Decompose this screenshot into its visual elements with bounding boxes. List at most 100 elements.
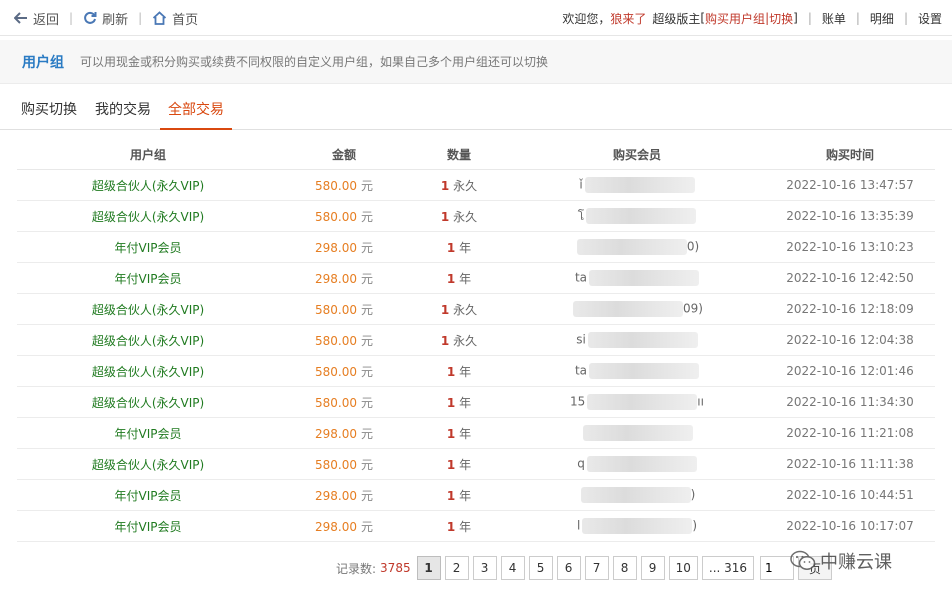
amount-value: 298.00 [314, 426, 357, 441]
member-suffix: ıı [697, 394, 704, 409]
page-description: 可以用现金或积分购买或续费不同权限的自定义用户组，如果自己多个用户组还可以切换 [80, 55, 549, 69]
nav-left: 返回 | 刷新 | 首页 [14, 0, 198, 36]
table-row: 超级合伙人(永久VIP) 580.00 元 1 永久โ 2022-10-16 13:35:… [17, 201, 935, 232]
home-link[interactable]: 首页 [152, 9, 198, 28]
currency-unit: 元 [360, 333, 373, 348]
table-body: 超级合伙人(永久VIP) 580.00 元 1 永久 ǐ 2022-10-16 13:47:… [17, 170, 935, 542]
page-button[interactable]: 8 [612, 556, 637, 580]
cell-amount: 580.00 元 [279, 456, 409, 473]
cell-user-group: 年付VIP会员 [114, 240, 182, 255]
page-button[interactable]: 7 [584, 556, 609, 580]
cell-user-group: 超级合伙人(永久VIP) [91, 333, 205, 348]
member-suffix: ) [690, 487, 696, 502]
amount-value: 580.00 [314, 395, 357, 410]
table-row: 年付VIP会员 298.00 元 1 年 ta 2022-10-16 12:42:50 [17, 263, 935, 294]
page-button[interactable]: 10 [668, 556, 698, 580]
page-button[interactable]: 3 [472, 556, 497, 580]
cell-time: 2022-10-16 11:21:08 [786, 426, 914, 440]
cell-time: 2022-10-16 12:18:09 [786, 302, 914, 316]
cell-time: 2022-10-16 12:01:46 [786, 364, 914, 378]
back-link[interactable]: 返回 [14, 9, 59, 28]
table-row: 超级合伙人(永久VIP) 580.00 元 1 年 q 2022-10-16 11:11:3… [17, 449, 935, 480]
user-role: 超级版主 [652, 11, 701, 26]
detail-link[interactable]: 明细 [870, 10, 894, 27]
redacted-member [589, 270, 700, 286]
quantity-unit: 年 [459, 240, 472, 255]
quantity-unit: 年 [459, 519, 472, 534]
cell-member: 09) [509, 301, 765, 317]
cell-member: ta [509, 363, 765, 379]
record-count-label: 记录数: [336, 561, 377, 576]
table-row: 超级合伙人(永久VIP) 580.00 元 1 永久 si 2022-10-16 12:04… [17, 325, 935, 356]
quantity-value: 1 [446, 457, 456, 472]
header-user-group: 用户组 [129, 148, 166, 162]
page-button[interactable]: 1 [416, 556, 441, 580]
cell-user-group: 超级合伙人(永久VIP) [91, 457, 205, 472]
tab-bar: 购买切换 我的交易 全部交易 [0, 92, 952, 130]
redacted-member [584, 177, 695, 193]
table-row: 超级合伙人(永久VIP) 580.00 元 1 年 15 ıı 2022-10-16 11:3… [17, 387, 935, 418]
welcome-text: 欢迎您， [562, 11, 611, 26]
quantity-value: 1 [446, 426, 456, 441]
quantity-unit: 年 [459, 271, 472, 286]
page-button[interactable]: 4 [500, 556, 525, 580]
quantity-unit: 年 [459, 395, 472, 410]
amount-value: 580.00 [314, 302, 357, 317]
settings-link[interactable]: 设置 [918, 10, 942, 27]
currency-unit: 元 [360, 519, 373, 534]
member-prefix: ǐ [579, 177, 583, 192]
currency-unit: 元 [360, 457, 373, 472]
table-row: 年付VIP会员 298.00 元 1 年) 2022-10-16 10:44:51 [17, 480, 935, 511]
redacted-member [586, 456, 697, 472]
group-header: 用户组 可以用现金或积分购买或续费不同权限的自定义用户组，如果自己多个用户组还可… [0, 40, 952, 84]
header-time: 购买时间 [825, 148, 874, 162]
page-number-input[interactable] [760, 556, 795, 580]
page-button[interactable]: 9 [640, 556, 665, 580]
home-label: 首页 [172, 12, 199, 28]
wechat-icon [790, 550, 816, 570]
quantity-value: 1 [446, 364, 456, 379]
redacted-member [580, 487, 691, 503]
amount-value: 298.00 [314, 488, 357, 503]
cell-member: ta [509, 270, 765, 286]
page-title: 用户组 [22, 54, 64, 71]
header-member: 购买会员 [612, 148, 661, 162]
quantity-unit: 永久 [453, 333, 478, 348]
bill-link[interactable]: 账单 [822, 10, 846, 27]
cell-quantity: 1年 [409, 363, 509, 380]
bracket-close: ] [793, 11, 798, 25]
cell-amount: 580.00 元 [279, 301, 409, 318]
username-link[interactable]: 狼来了 [610, 10, 646, 27]
nav-divider: | [903, 11, 908, 25]
cell-amount: 298.00 元 [279, 487, 409, 504]
amount-value: 298.00 [314, 240, 357, 255]
cell-member: ) [509, 487, 765, 503]
redacted-member [576, 239, 687, 255]
amount-value: 580.00 [314, 333, 357, 348]
page-button[interactable]: ... 316 [701, 556, 755, 580]
tab-all-trades[interactable]: 全部交易 [160, 92, 232, 130]
tab-buy-switch[interactable]: 购买切换 [13, 92, 85, 130]
amount-value: 580.00 [314, 178, 357, 193]
buy-group-link[interactable]: 购买用户组 [705, 10, 765, 27]
cell-amount: 580.00 元 [279, 363, 409, 380]
table-row: 超级合伙人(永久VIP) 580.00 元 1 永久 ǐ 2022-10-16 13:47:… [17, 170, 935, 201]
member-prefix: โ [577, 208, 585, 223]
refresh-icon [84, 11, 97, 24]
refresh-link[interactable]: 刷新 [83, 9, 128, 28]
quantity-value: 1 [446, 395, 456, 410]
nav-divider: | [807, 11, 812, 25]
currency-unit: 元 [360, 302, 373, 317]
page-button[interactable]: 2 [444, 556, 469, 580]
page-button[interactable]: 5 [528, 556, 553, 580]
member-prefix: 15 [570, 394, 586, 409]
refresh-label: 刷新 [102, 12, 129, 28]
quantity-unit: 永久 [453, 209, 478, 224]
cell-quantity: 1 永久 [409, 177, 509, 194]
tab-my-trades[interactable]: 我的交易 [87, 92, 159, 130]
cell-time: 2022-10-16 11:34:30 [786, 395, 914, 409]
quantity-unit: 年 [459, 426, 472, 441]
switch-link[interactable]: 切换 [769, 10, 793, 27]
page-button[interactable]: 6 [556, 556, 581, 580]
redacted-member [583, 425, 693, 441]
